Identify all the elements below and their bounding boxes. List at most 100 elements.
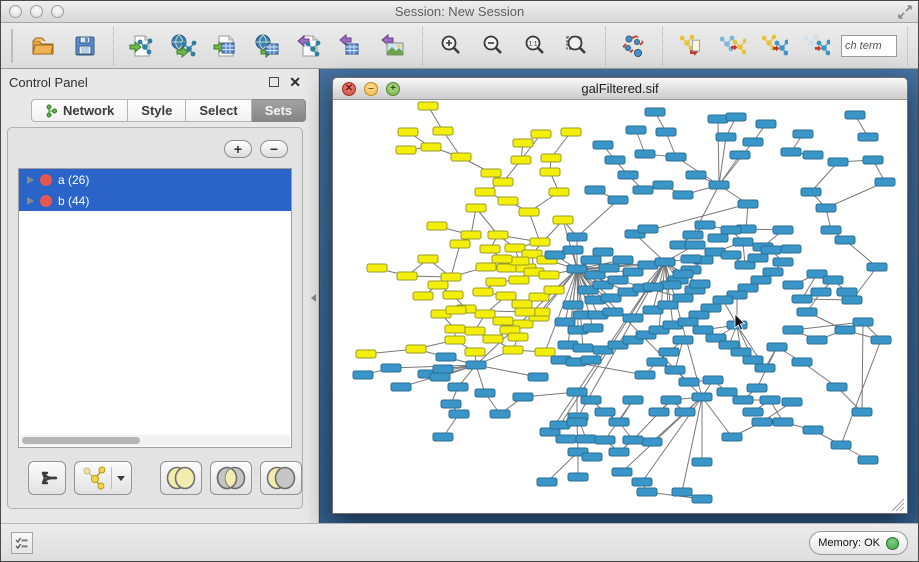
network-node[interactable] [726, 113, 746, 121]
network-node[interactable] [645, 108, 665, 116]
network-node[interactable] [535, 348, 555, 356]
network-node[interactable] [675, 408, 695, 416]
zoom-in-button[interactable] [433, 29, 469, 63]
network-node[interactable] [608, 276, 628, 284]
network-node[interactable] [515, 308, 535, 316]
expand-triangle-icon[interactable] [27, 197, 34, 205]
network-node[interactable] [695, 221, 715, 229]
network-node[interactable] [583, 324, 603, 332]
remove-set-button[interactable]: − [260, 140, 288, 158]
network-node[interactable] [475, 188, 495, 196]
network-node[interactable] [767, 343, 787, 351]
export-network-button[interactable] [292, 29, 328, 63]
set-list-item[interactable]: a (26) [19, 169, 291, 190]
export-table-button[interactable] [334, 29, 370, 63]
network-node[interactable] [473, 288, 493, 296]
network-node[interactable] [433, 433, 453, 441]
network-node[interactable] [755, 364, 775, 372]
network-node[interactable] [540, 168, 560, 176]
network-node[interactable] [561, 128, 581, 136]
network-node[interactable] [828, 158, 848, 166]
search-input[interactable]: ch term [841, 35, 897, 57]
open-file-button[interactable] [25, 29, 61, 63]
network-node[interactable] [353, 371, 373, 379]
network-node[interactable] [761, 246, 781, 254]
network-node[interactable] [481, 169, 501, 177]
network-node[interactable] [418, 102, 438, 110]
network-node[interactable] [686, 171, 706, 179]
network-node[interactable] [792, 295, 812, 303]
task-history-button[interactable] [11, 532, 33, 554]
export-image-button[interactable] [376, 29, 412, 63]
network-node[interactable] [690, 280, 710, 288]
network-node[interactable] [693, 326, 713, 334]
network-node[interactable] [747, 384, 767, 392]
network-node[interactable] [773, 226, 793, 234]
network-node[interactable] [450, 240, 470, 248]
network-node[interactable] [599, 264, 619, 272]
network-node[interactable] [486, 278, 506, 286]
network-node[interactable] [396, 146, 416, 154]
zoom-out-button[interactable] [475, 29, 511, 63]
scrollbar-thumb[interactable] [22, 437, 140, 444]
network-node[interactable] [428, 281, 448, 289]
network-node[interactable] [553, 216, 573, 224]
network-node[interactable] [827, 383, 847, 391]
network-node[interactable] [465, 327, 485, 335]
network-view-window[interactable]: ✕ – + galFiltered.sif [332, 77, 908, 514]
network-node[interactable] [793, 130, 813, 138]
memory-status-button[interactable]: Memory: OK [809, 531, 908, 555]
zoom-fit-button[interactable] [559, 29, 595, 63]
network-node[interactable] [659, 348, 679, 356]
network-diff-export-button[interactable] [673, 29, 709, 63]
network-node[interactable] [568, 473, 588, 481]
network-node[interactable] [665, 366, 685, 374]
horizontal-scrollbar[interactable] [20, 435, 290, 446]
network-node[interactable] [451, 153, 471, 161]
network-node[interactable] [541, 154, 561, 162]
network-node[interactable] [623, 396, 643, 404]
network-node[interactable] [692, 458, 712, 466]
network-node[interactable] [567, 388, 587, 396]
network-node[interactable] [475, 310, 495, 318]
network-node[interactable] [430, 373, 450, 381]
network-node[interactable] [733, 238, 753, 246]
network-node[interactable] [679, 378, 699, 386]
network-node[interactable] [539, 271, 559, 279]
import-table-file-button[interactable] [208, 29, 244, 63]
network-node[interactable] [466, 361, 486, 369]
network-node[interactable] [608, 196, 628, 204]
network-node[interactable] [730, 151, 750, 159]
network-node[interactable] [656, 128, 676, 136]
network-node[interactable] [406, 345, 426, 353]
network-node[interactable] [816, 204, 836, 212]
add-set-button[interactable]: + [224, 140, 252, 158]
network-node[interactable] [488, 231, 508, 239]
network-node[interactable] [773, 258, 793, 266]
network-node[interactable] [842, 296, 862, 304]
intersect-sets-button[interactable] [210, 461, 252, 495]
network-node[interactable] [581, 356, 601, 364]
network-node[interactable] [635, 150, 655, 158]
network-node[interactable] [537, 478, 557, 486]
network-node[interactable] [743, 356, 763, 364]
network-node[interactable] [530, 238, 550, 246]
network-node[interactable] [673, 191, 693, 199]
network-node[interactable] [751, 276, 771, 284]
network-node[interactable] [609, 448, 629, 456]
network-node[interactable] [717, 388, 737, 396]
network-node[interactable] [413, 292, 433, 300]
network-node[interactable] [567, 418, 587, 426]
network-node[interactable] [673, 270, 693, 278]
collapse-panel-icon[interactable] [311, 294, 316, 302]
network-node[interactable] [748, 254, 768, 262]
network-node[interactable] [807, 336, 827, 344]
minimize-view-button[interactable]: – [364, 82, 378, 96]
network-node[interactable] [492, 255, 512, 263]
network-node[interactable] [595, 408, 615, 416]
network-node[interactable] [709, 181, 729, 189]
network-node[interactable] [612, 468, 632, 476]
network-node[interactable] [721, 251, 741, 259]
network-node[interactable] [678, 318, 698, 326]
network-diff-subtract-button[interactable] [799, 29, 835, 63]
